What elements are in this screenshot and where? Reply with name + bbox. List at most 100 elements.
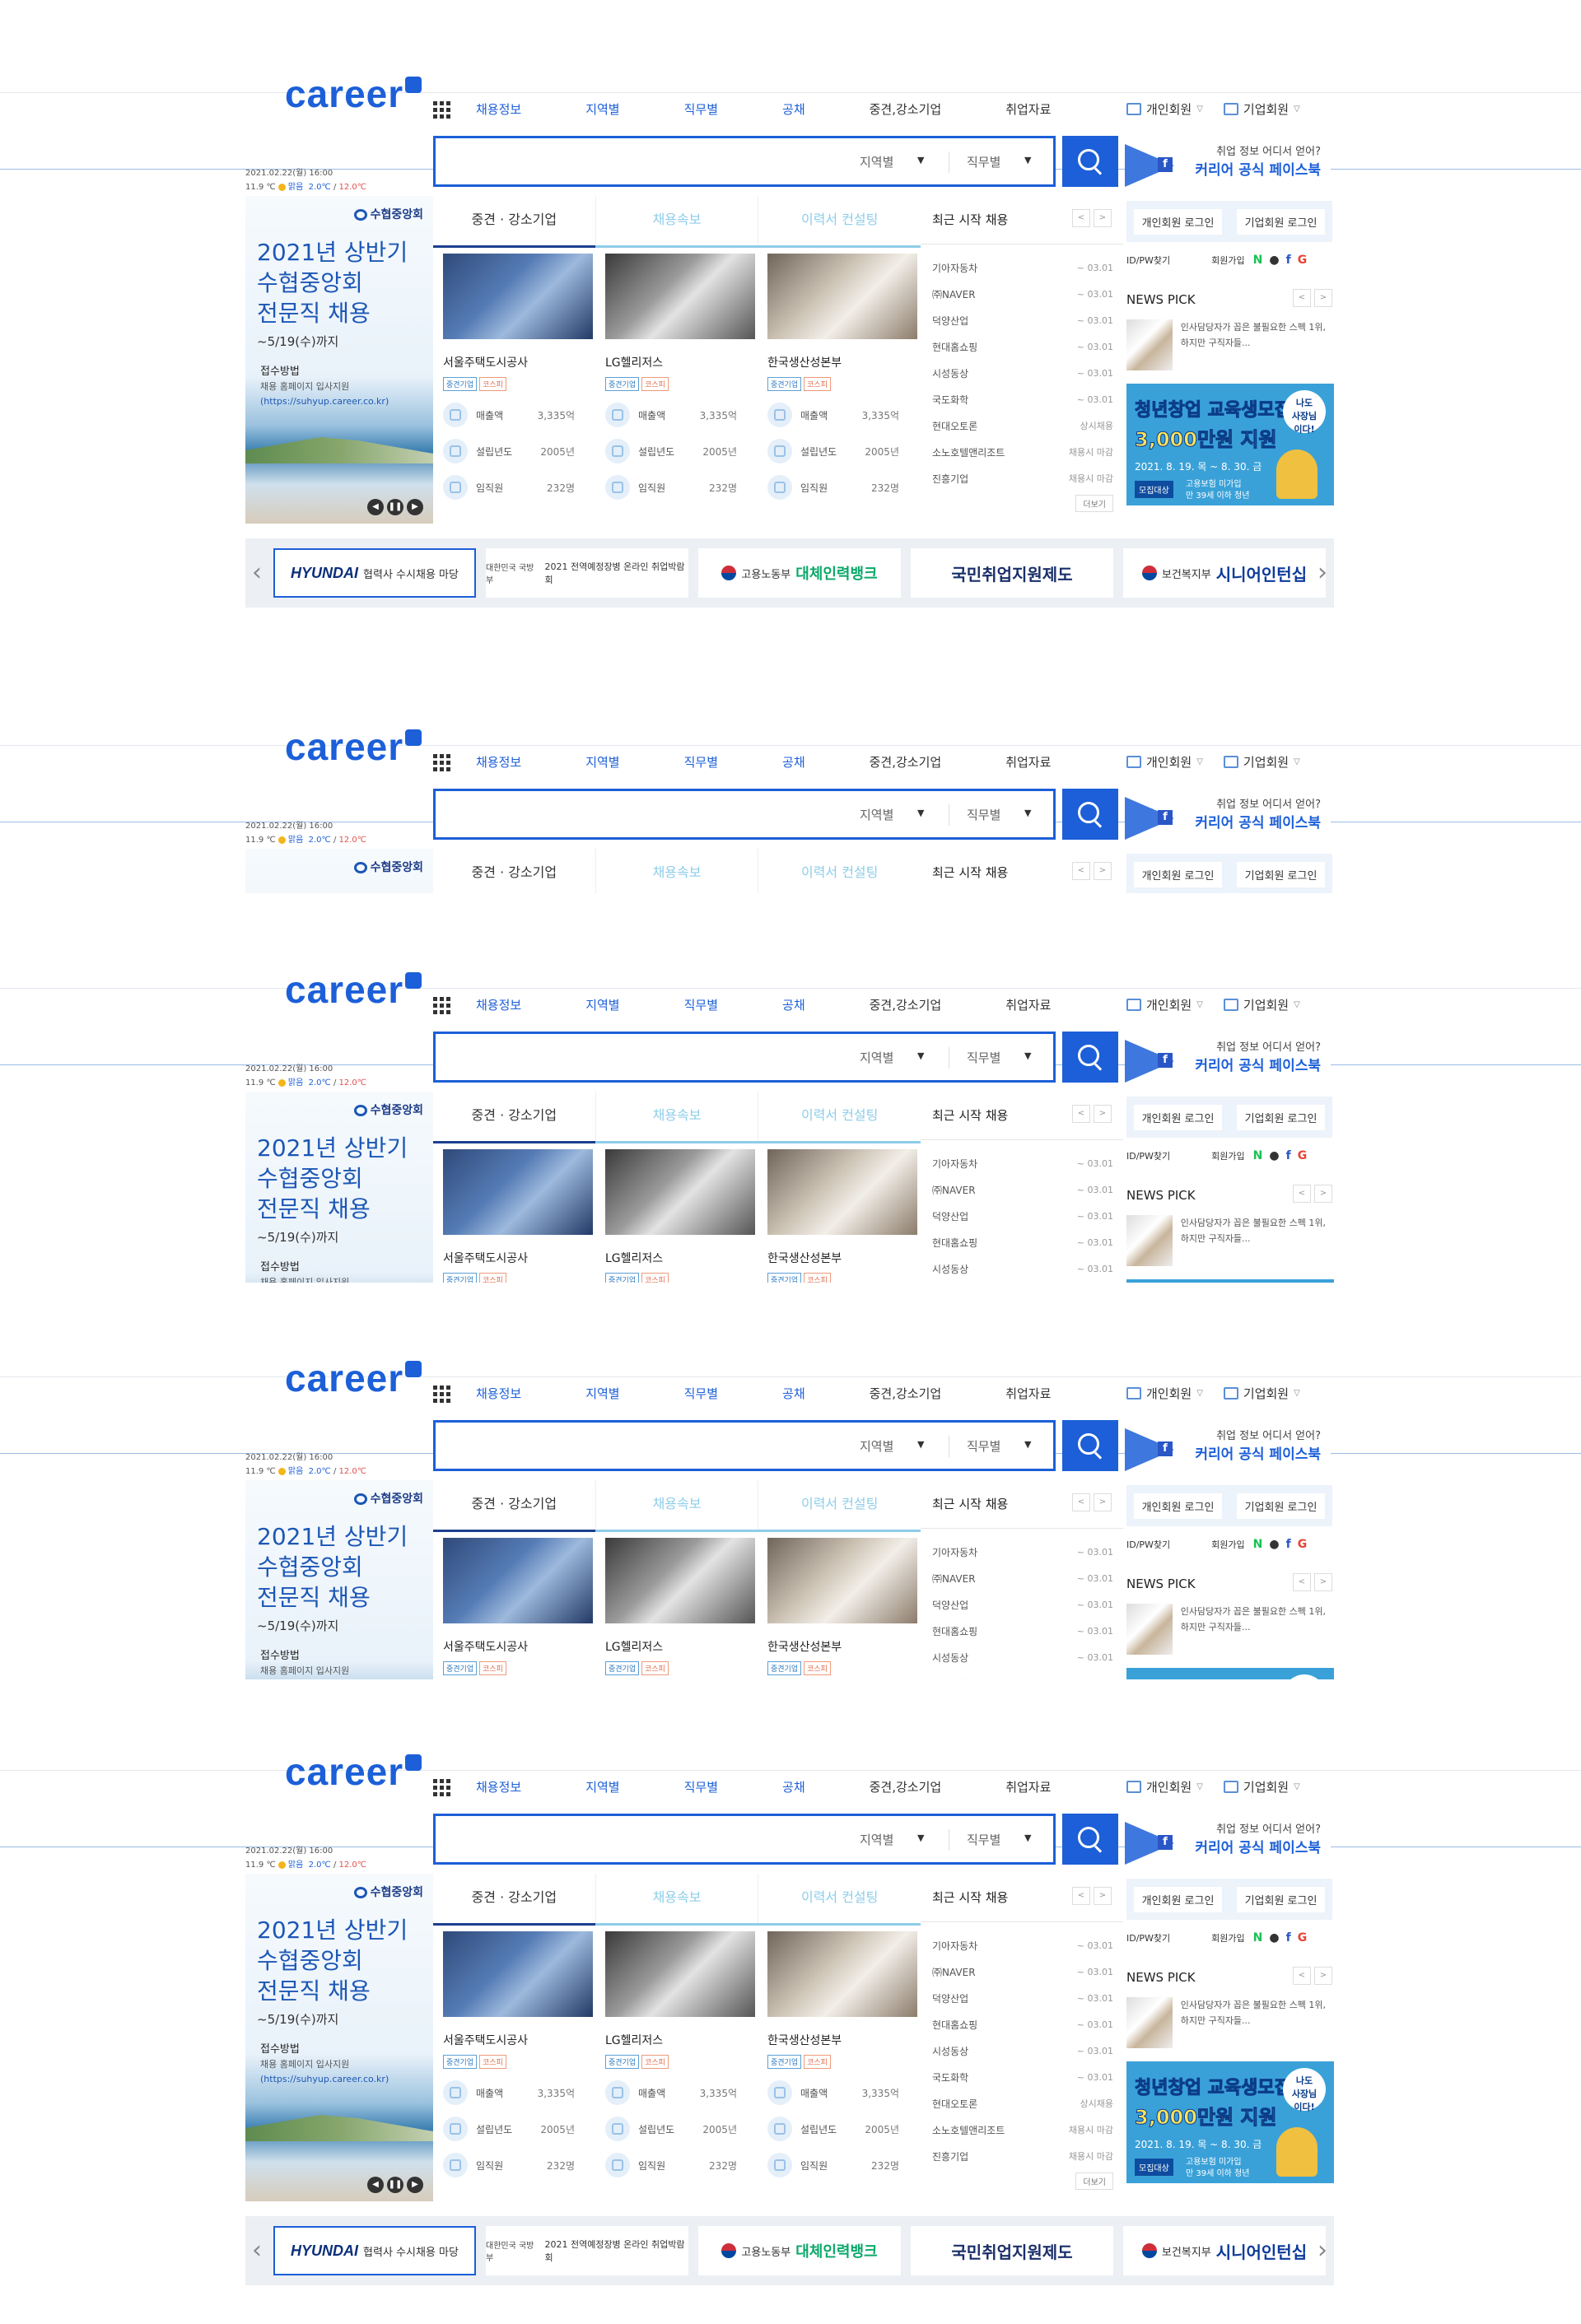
list-item[interactable]: 시성동상 ~ 03.01 [932,1256,1113,1283]
list-item[interactable]: 기아자동차 ~ 03.01 [932,255,1113,282]
search-input[interactable]: 지역별 ▼ 직무별 ▼ [433,1814,1056,1865]
nav-item-region[interactable]: 지역별 [585,1778,619,1795]
google-icon[interactable]: G [1298,1931,1308,1944]
nav-item-open-recruit[interactable]: 공채 [782,100,805,118]
nav-item-jobs[interactable]: 채용정보 [476,996,521,1013]
search-button[interactable] [1062,1420,1118,1471]
search-button[interactable] [1062,789,1118,840]
tab-quick-news[interactable]: 채용속보 [595,1092,759,1141]
news-item[interactable]: 인사담당자가 꼽은 불필요한 스펙 1위, 하지만 구직자들... [1126,1997,1332,2048]
signup-link[interactable]: 회원가입 [1211,254,1244,267]
prev-icon[interactable]: < [1072,209,1090,227]
chevron-left-icon[interactable]: ‹ [252,558,262,587]
job-select[interactable]: 직무별 [967,806,1000,823]
naver-icon[interactable]: N [1253,254,1263,267]
news-item[interactable]: 인사담당자가 꼽은 불필요한 스펙 1위, 하지만 구직자들... [1126,1604,1332,1655]
tab-resume-consulting[interactable]: 이력서 컨설팅 [758,1480,921,1530]
suhyup-ad-banner[interactable]: 수협중앙회 2021년 상반기 수협중앙회 전문직 채용 ~5/19(수)까지 … [245,1092,433,1283]
nav-item-resources[interactable]: 취업자료 [1005,1778,1051,1795]
career-logo[interactable]: career [285,1360,422,1400]
facebook-banner[interactable]: f 취업 정보 어디서 얻어? 커리어 공식 페이스북 [1125,1032,1331,1083]
facebook-icon[interactable]: f [1286,1538,1291,1551]
prev-icon[interactable]: < [1072,1887,1090,1905]
list-item[interactable]: 국도화학~ 03.01 [932,387,1113,413]
tab-quick-news[interactable]: 채용속보 [595,1874,759,1923]
kakao-icon[interactable]: ● [1269,1931,1279,1944]
next-icon[interactable]: ▶ [407,499,423,515]
suhyup-ad-banner[interactable]: 수협중앙회 2021년 상반기 수협중앙회 전문직 채용 ~5/19(수)까지 … [245,1480,433,1679]
list-item[interactable]: 현대홈쇼핑 ~ 03.01 [932,1618,1113,1645]
next-icon[interactable]: > [1094,1887,1112,1905]
list-item[interactable]: 현대오토론 상시채용 [932,413,1113,440]
tab-midsize[interactable]: 중견 · 강소기업 [433,196,595,248]
prev-icon[interactable]: < [1072,1493,1090,1511]
list-item[interactable]: 시성동상 ~ 03.01 [932,1645,1113,1671]
personal-member-button[interactable]: 개인회원 ▽ [1126,1385,1203,1402]
chevron-right-icon[interactable]: › [1318,558,1327,587]
next-icon[interactable]: > [1094,1105,1112,1123]
tab-resume-consulting[interactable]: 이력서 컨설팅 [758,1874,921,1923]
career-logo[interactable]: career [285,76,422,116]
news-item[interactable]: 인사담당자가 꼽은 불필요한 스펙 1위, 하지만 구직자들... [1126,1215,1332,1266]
list-item[interactable]: 현대오토론 상시채용 [932,2091,1113,2117]
search-button[interactable] [1062,1032,1118,1083]
banner-mohw[interactable]: 보건복지부 시니어인턴십 [1123,2226,1326,2275]
search-input[interactable]: 지역별 ▼ 직무별 ▼ [433,1420,1056,1471]
job-select[interactable]: 직무별 [967,153,1000,170]
personal-member-button[interactable]: 개인회원 ▽ [1126,1778,1203,1795]
list-item[interactable]: 진흥기업 채용시 마감 [932,2144,1113,2170]
kakao-icon[interactable]: ● [1269,1538,1279,1551]
facebook-banner[interactable]: f 취업 정보 어디서 얻어? 커리어 공식 페이스북 [1125,1814,1331,1865]
nav-item-resources[interactable]: 취업자료 [1005,753,1051,771]
job-select[interactable]: 직무별 [967,1831,1000,1848]
nav-item-duty[interactable]: 직무별 [684,996,718,1013]
company-login-button[interactable]: 기업회원 로그인 [1236,1493,1326,1519]
naver-icon[interactable]: N [1253,1931,1263,1944]
region-select[interactable]: 지역별 [860,806,893,823]
search-input[interactable]: 지역별 ▼ 직무별 ▼ [433,1032,1056,1083]
region-select[interactable]: 지역별 [860,1049,893,1066]
facebook-icon[interactable]: f [1286,1931,1291,1944]
list-item[interactable]: 국도화학~ 03.01 [932,2065,1113,2091]
prev-icon[interactable]: < [1072,862,1090,880]
nav-item-duty[interactable]: 직무별 [684,753,718,771]
startup-ad-banner[interactable]: 청년창업 교육생모집 3,000만원 지원 2021. 8. 19. 목 ~ 8… [1126,1279,1334,1283]
more-button[interactable]: 더보기 [1075,2173,1113,2190]
personal-member-button[interactable]: 개인회원 ▽ [1126,100,1203,118]
company-card[interactable]: LG헬리저스중견기업코스피매출액3,335억설립년도2005년임직원232명 [595,1931,758,2177]
company-card[interactable]: LG헬리저스중견기업코스피매출액3,335억설립년도2005년임직원232명 [595,1538,758,1679]
career-logo[interactable]: career [285,1753,422,1794]
tab-quick-news[interactable]: 채용속보 [595,196,759,245]
startup-ad-banner[interactable]: 청년창업 교육생모집 3,000만원 지원 2021. 8. 19. 목 ~ 8… [1126,1668,1334,1679]
list-item[interactable]: 기아자동차 ~ 03.01 [932,1933,1113,1959]
list-item[interactable]: 시성동상 ~ 03.01 [932,361,1113,387]
nav-item-resources[interactable]: 취업자료 [1005,1385,1051,1402]
nav-item-resources[interactable]: 취업자료 [1005,996,1051,1013]
find-idpw-link[interactable]: ID/PW찾기 [1126,1931,1170,1944]
kakao-icon[interactable]: ● [1269,254,1279,267]
banner-mohw[interactable]: 보건복지부 시니어인턴십 [1123,548,1326,598]
company-login-button[interactable]: 기업회원 로그인 [1236,861,1326,887]
all-menu-icon[interactable] [433,1779,450,1796]
company-card[interactable]: 서울주택도시공사중견기업코스피매출액3,335억설립년도2005년임직원232명 [433,1149,595,1283]
nav-item-jobs[interactable]: 채용정보 [476,1778,521,1795]
nav-item-midsize[interactable]: 중견,강소기업 [870,1385,942,1402]
list-item[interactable]: ㈜NAVER ~ 03.01 [932,1566,1113,1592]
personal-member-button[interactable]: 개인회원 ▽ [1126,753,1203,771]
list-item[interactable]: ㈜NAVER ~ 03.01 [932,1177,1113,1204]
company-member-button[interactable]: 기업회원 ▽ [1223,100,1300,118]
banner-mnd[interactable]: 대한민국 국방부 2021 전역예정장병 온라인 취업박람회 [486,2226,688,2275]
nav-item-jobs[interactable]: 채용정보 [476,753,521,771]
suhyup-ad-banner[interactable]: 수협중앙회 2021년 상반기 수협중앙회 전문직 채용 ~5/19(수)까지 … [245,1874,433,2201]
nav-item-duty[interactable]: 직무별 [684,1778,718,1795]
career-logo[interactable]: career [285,971,422,1012]
nav-item-duty[interactable]: 직무별 [684,100,718,118]
search-input[interactable]: 지역별 ▼ 직무별 ▼ [433,789,1056,840]
next-icon[interactable]: > [1314,289,1332,307]
company-login-button[interactable]: 기업회원 로그인 [1236,1886,1326,1912]
nav-item-region[interactable]: 지역별 [585,753,619,771]
next-icon[interactable]: ▶ [407,2177,423,2193]
list-item[interactable]: 진흥기업 채용시 마감 [932,466,1113,492]
company-member-button[interactable]: 기업회원 ▽ [1223,1778,1300,1795]
prev-icon[interactable]: ◀ [367,499,384,515]
